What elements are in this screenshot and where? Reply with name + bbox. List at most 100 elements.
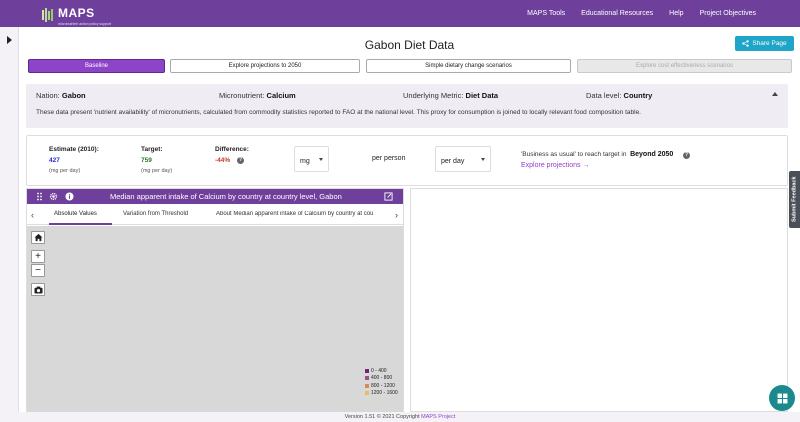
- nav-link-educational-resources[interactable]: Educational Resources: [581, 10, 653, 17]
- unit-select[interactable]: mg: [294, 146, 329, 172]
- bau-help-icon[interactable]: ?: [683, 152, 690, 159]
- level-label: Data level:: [586, 91, 622, 100]
- grid-icon: [777, 393, 787, 403]
- target-unit: (mg per day): [141, 168, 173, 174]
- nav-links: MAPS Tools Educational Resources Help Pr…: [527, 0, 800, 27]
- explore-projections-link[interactable]: Explore projections →: [521, 162, 589, 169]
- legend-label: 400 - 800: [371, 375, 393, 382]
- expand-icon[interactable]: [384, 192, 393, 201]
- unit-select-value: mg: [300, 158, 310, 165]
- stats-panel: Estimate (2010): 427 (mg per day) Target…: [26, 135, 788, 186]
- data-description: These data present 'nutrient availabilit…: [36, 109, 641, 116]
- minus-icon: −: [35, 265, 41, 276]
- level-info: Data level: Country: [586, 91, 652, 100]
- legend-swatch: [365, 391, 369, 396]
- legend-label: 800 - 1200: [371, 382, 395, 389]
- period-select-chevron-icon: [481, 158, 485, 161]
- main-content: Gabon Diet Data Share Page Baseline Expl…: [19, 27, 800, 412]
- difference-value: -44%: [215, 157, 231, 164]
- target-label: Target:: [141, 146, 163, 153]
- footer-link[interactable]: MAPS Project: [421, 414, 455, 420]
- chevron-right-icon[interactable]: ›: [395, 210, 398, 220]
- tab-baseline[interactable]: Baseline: [28, 59, 165, 73]
- submit-feedback-tab[interactable]: Submit Feedback: [789, 171, 800, 228]
- left-sidebar-toggle[interactable]: [0, 27, 19, 422]
- target-value: 759: [141, 157, 152, 164]
- legend-swatch: [365, 376, 369, 381]
- difference-label: Difference:: [215, 146, 249, 153]
- level-value: Country: [623, 91, 653, 100]
- plus-icon: +: [35, 251, 41, 262]
- logo[interactable]: MAPS micronutrient action policy support: [42, 4, 111, 26]
- map-subtabs: ‹ Absolute Values Variation from Thresho…: [27, 205, 403, 225]
- period-select-value: per day: [441, 158, 465, 165]
- home-button[interactable]: [31, 231, 45, 244]
- explore-projections-label: Explore projections: [521, 162, 581, 169]
- expand-arrow-icon: [7, 36, 12, 44]
- camera-icon: [34, 286, 42, 294]
- micronutrient-info: Micronutrient: Calcium: [219, 91, 296, 100]
- legend-swatch: [365, 383, 369, 388]
- estimate-label: Estimate (2010):: [49, 146, 99, 153]
- top-nav: MAPS micronutrient action policy support…: [0, 0, 800, 27]
- nation-label: Nation:: [36, 91, 60, 100]
- bau-value: Beyond 2050: [630, 151, 674, 158]
- business-as-usual: 'Business as usual' to reach target in B…: [521, 151, 673, 158]
- info-icon[interactable]: [65, 192, 74, 201]
- legend-item: 1200 - 1600: [365, 390, 398, 398]
- metric-label: Underlying Metric:: [403, 91, 464, 100]
- nav-link-maps-tools[interactable]: MAPS Tools: [527, 10, 565, 17]
- share-icon: [742, 40, 750, 47]
- estimate-unit: (mg per day): [49, 168, 81, 174]
- logo-subtitle: micronutrient action policy support: [58, 22, 112, 26]
- chevron-left-icon[interactable]: ‹: [31, 210, 34, 220]
- map-panel: Median apparent intake of Calcium by cou…: [26, 188, 404, 412]
- map-area[interactable]: + − 0 - 400 400 - 800 800 - 1200 1200 - …: [27, 226, 403, 412]
- micronutrient-label: Micronutrient:: [219, 91, 265, 100]
- legend-item: 0 - 400: [365, 367, 398, 375]
- logo-text: MAPS: [58, 6, 95, 20]
- arrow-right-icon: →: [582, 162, 590, 169]
- share-label: Share Page: [752, 40, 787, 47]
- share-button[interactable]: Share Page: [735, 36, 794, 51]
- nation-value: Gabon: [61, 91, 86, 100]
- zoom-out-button[interactable]: −: [31, 264, 45, 277]
- micronutrient-value: Calcium: [266, 91, 296, 100]
- tab-projections[interactable]: Explore projections to 2050: [170, 59, 360, 73]
- gear-icon[interactable]: [49, 192, 58, 201]
- secondary-panel: [410, 188, 788, 412]
- home-icon: [33, 233, 43, 242]
- legend-item: 800 - 1200: [365, 382, 398, 390]
- subtab-variation-threshold[interactable]: Variation from Threshold: [123, 211, 188, 217]
- camera-button[interactable]: [31, 283, 45, 296]
- metric-info: Underlying Metric: Diet Data: [403, 91, 498, 100]
- metric-value: Diet Data: [465, 91, 499, 100]
- legend-label: 0 - 400: [371, 367, 387, 374]
- zoom-in-button[interactable]: +: [31, 250, 45, 263]
- page-title: Gabon Diet Data: [364, 38, 455, 52]
- difference-help-icon[interactable]: ?: [237, 157, 244, 164]
- nav-link-help[interactable]: Help: [669, 10, 683, 17]
- logo-mark-icon: [42, 8, 53, 22]
- legend-label: 1200 - 1600: [371, 390, 398, 397]
- map-panel-header: Median apparent intake of Calcium by cou…: [27, 189, 403, 204]
- estimate-value: 427: [49, 157, 60, 164]
- collapse-caret-icon[interactable]: [772, 92, 778, 96]
- active-subtab-indicator: [49, 223, 112, 225]
- drag-handle-icon[interactable]: [35, 192, 44, 201]
- menu-fab-button[interactable]: [769, 385, 795, 411]
- legend-swatch: [365, 368, 369, 373]
- per-person-label: per person: [372, 155, 406, 162]
- nav-link-project-objectives[interactable]: Project Objectives: [700, 10, 756, 17]
- tab-dietary-change[interactable]: Simple dietary change scenarios: [366, 59, 571, 73]
- info-panel: Nation: Gabon Micronutrient: Calcium Und…: [26, 84, 788, 128]
- nation-info: Nation: Gabon: [36, 91, 86, 100]
- period-select[interactable]: per day: [435, 146, 491, 172]
- map-legend: 0 - 400 400 - 800 800 - 1200 1200 - 1600: [365, 367, 398, 397]
- map-panel-title: Median apparent intake of Calcium by cou…: [110, 192, 342, 201]
- footer: Version 1.51 © 2021 Copyright MAPS Proje…: [0, 412, 800, 422]
- legend-item: 400 - 800: [365, 375, 398, 383]
- bau-text: 'Business as usual' to reach target in: [521, 151, 627, 158]
- subtab-about[interactable]: About Median apparent intake of Calcium …: [216, 211, 390, 217]
- subtab-absolute-values[interactable]: Absolute Values: [54, 211, 97, 217]
